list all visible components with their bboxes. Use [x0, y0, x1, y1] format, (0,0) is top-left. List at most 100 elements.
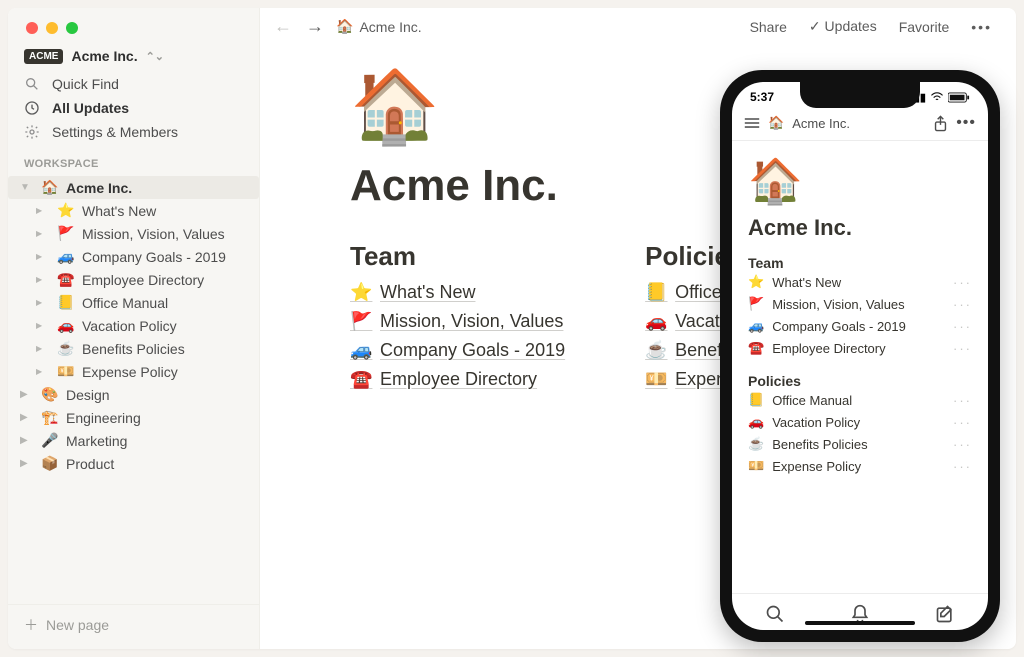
window-controls [8, 8, 259, 44]
disclosure-closed-icon[interactable]: ▶ [36, 344, 50, 353]
disclosure-closed-icon[interactable]: ▶ [36, 298, 50, 307]
sidebar-page-item[interactable]: ▶ 🎨 Design [8, 383, 259, 406]
updates-button[interactable]: ✓ Updates [803, 18, 883, 35]
phone-page-icon[interactable]: 🏠 [748, 155, 972, 207]
disclosure-closed-icon[interactable]: ▶ [20, 412, 34, 423]
sidebar-page-item[interactable]: ▶ ⭐ What's New [8, 199, 259, 222]
phone-page-title[interactable]: Acme Inc. [748, 215, 972, 241]
phone-page-link[interactable]: 🚙 Company Goals - 2019 ··· [748, 315, 972, 337]
home-indicator[interactable] [805, 621, 915, 625]
breadcrumb[interactable]: 🏠 Acme Inc. [336, 18, 422, 35]
row-more-icon[interactable]: ··· [953, 415, 972, 430]
page-emoji-icon: ☕ [645, 340, 667, 361]
dots-icon: ••• [971, 19, 992, 35]
column-heading[interactable]: Team [350, 241, 565, 272]
page-emoji-icon: 🚗 [748, 414, 764, 430]
sidebar-page-item[interactable]: ▶ 🎤 Marketing [8, 429, 259, 452]
phone-body: 🏠 Acme Inc. Team⭐ What's New ···🚩 Missio… [732, 141, 988, 593]
sidebar-page-item[interactable]: ▶ 🚙 Company Goals - 2019 [8, 245, 259, 268]
updates-label: Updates [825, 18, 877, 34]
workspace-badge-icon: ACME [24, 49, 63, 64]
quick-find-button[interactable]: Quick Find [8, 72, 259, 96]
favorite-button[interactable]: Favorite [893, 19, 956, 35]
row-more-icon[interactable]: ··· [953, 319, 972, 334]
disclosure-closed-icon[interactable]: ▶ [36, 367, 50, 376]
page-emoji-icon: 🎨 [40, 386, 60, 403]
disclosure-closed-icon[interactable]: ▶ [36, 252, 50, 261]
phone-page-link[interactable]: 🚗 Vacation Policy ··· [748, 411, 972, 433]
close-window-button[interactable] [26, 22, 38, 34]
row-more-icon[interactable]: ··· [953, 393, 972, 408]
phone-link-label: What's New [772, 275, 841, 290]
disclosure-closed-icon[interactable]: ▶ [20, 435, 34, 446]
page-emoji-icon: ⭐ [56, 202, 76, 219]
sidebar-page-label: Vacation Policy [82, 318, 177, 334]
share-button[interactable]: Share [744, 19, 793, 35]
phone-page-link[interactable]: ☕ Benefits Policies ··· [748, 433, 972, 455]
sidebar-page-label: Company Goals - 2019 [82, 249, 226, 265]
page-emoji-icon: 🏗️ [40, 409, 60, 426]
sidebar-page-item[interactable]: ▶ 🚗 Vacation Policy [8, 314, 259, 337]
disclosure-closed-icon[interactable]: ▶ [36, 206, 50, 215]
sidebar-page-item[interactable]: ▶ 🏗️ Engineering [8, 406, 259, 429]
phone-section-heading[interactable]: Policies [748, 373, 972, 389]
row-more-icon[interactable]: ··· [953, 297, 972, 312]
row-more-icon[interactable]: ··· [953, 437, 972, 452]
page-link[interactable]: ⭐What's New [350, 278, 565, 307]
all-updates-button[interactable]: All Updates [8, 96, 259, 120]
quick-find-label: Quick Find [52, 76, 119, 92]
phone-section-heading[interactable]: Team [748, 255, 972, 271]
sidebar-page-acme[interactable]: ▼ 🏠 Acme Inc. [8, 176, 259, 199]
check-icon: ✓ [809, 18, 821, 34]
compose-tab-icon[interactable] [935, 604, 955, 624]
page-link[interactable]: 🚙Company Goals - 2019 [350, 336, 565, 365]
search-tab-icon[interactable] [765, 604, 785, 624]
page-link[interactable]: ☎️Employee Directory [350, 365, 565, 394]
page-emoji-icon: ☎️ [748, 340, 764, 356]
page-emoji-icon: 📒 [645, 282, 667, 303]
phone-page-link[interactable]: ☎️ Employee Directory ··· [748, 337, 972, 359]
disclosure-closed-icon[interactable]: ▶ [36, 229, 50, 238]
workspace-switcher[interactable]: ACME Acme Inc. ⌃⌄ [8, 44, 259, 72]
settings-members-button[interactable]: Settings & Members [8, 120, 259, 144]
phone-header: 🏠 Acme Inc. ••• [732, 108, 988, 141]
sidebar-page-label: Product [66, 456, 114, 472]
minimize-window-button[interactable] [46, 22, 58, 34]
phone-link-label: Benefits Policies [772, 437, 867, 452]
maximize-window-button[interactable] [66, 22, 78, 34]
phone-page-link[interactable]: ⭐ What's New ··· [748, 271, 972, 293]
page-link-label: Company Goals - 2019 [380, 340, 565, 361]
sidebar-page-label: What's New [82, 203, 156, 219]
row-more-icon[interactable]: ··· [953, 275, 972, 290]
disclosure-closed-icon[interactable]: ▶ [20, 389, 34, 400]
nav-forward-button[interactable]: → [304, 16, 326, 37]
row-more-icon[interactable]: ··· [953, 341, 972, 356]
nav-back-button[interactable]: ← [272, 16, 294, 37]
sidebar-page-item[interactable]: ▶ ☎️ Employee Directory [8, 268, 259, 291]
workspace-section-label: WORKSPACE [8, 144, 259, 176]
sidebar-page-item[interactable]: ▶ ☕ Benefits Policies [8, 337, 259, 360]
new-page-button[interactable]: ＋ New page [8, 604, 259, 649]
more-button[interactable]: ••• [965, 19, 998, 35]
sidebar-page-item[interactable]: ▶ 📦 Product [8, 452, 259, 475]
phone-page-link[interactable]: 🚩 Mission, Vision, Values ··· [748, 293, 972, 315]
page-emoji-icon: 📒 [748, 392, 764, 408]
disclosure-closed-icon[interactable]: ▶ [36, 321, 50, 330]
sidebar-page-item[interactable]: ▶ 📒 Office Manual [8, 291, 259, 314]
sidebar-page-item[interactable]: ▶ 💴 Expense Policy [8, 360, 259, 383]
more-icon[interactable]: ••• [956, 114, 976, 132]
row-more-icon[interactable]: ··· [953, 459, 972, 474]
sidebar-page-label: Acme Inc. [66, 180, 132, 196]
share-ios-icon[interactable] [933, 115, 948, 132]
hamburger-icon[interactable] [744, 116, 760, 130]
phone-page-link[interactable]: 💴 Expense Policy ··· [748, 455, 972, 477]
disclosure-closed-icon[interactable]: ▶ [20, 458, 34, 469]
phone-page-link[interactable]: 📒 Office Manual ··· [748, 389, 972, 411]
page-emoji-icon: 💴 [748, 458, 764, 474]
sidebar-page-label: Office Manual [82, 295, 168, 311]
sidebar-page-item[interactable]: ▶ 🚩 Mission, Vision, Values [8, 222, 259, 245]
disclosure-closed-icon[interactable]: ▶ [36, 275, 50, 284]
disclosure-open-icon[interactable]: ▼ [20, 182, 34, 193]
page-link[interactable]: 🚩Mission, Vision, Values [350, 307, 565, 336]
all-updates-label: All Updates [52, 100, 129, 116]
